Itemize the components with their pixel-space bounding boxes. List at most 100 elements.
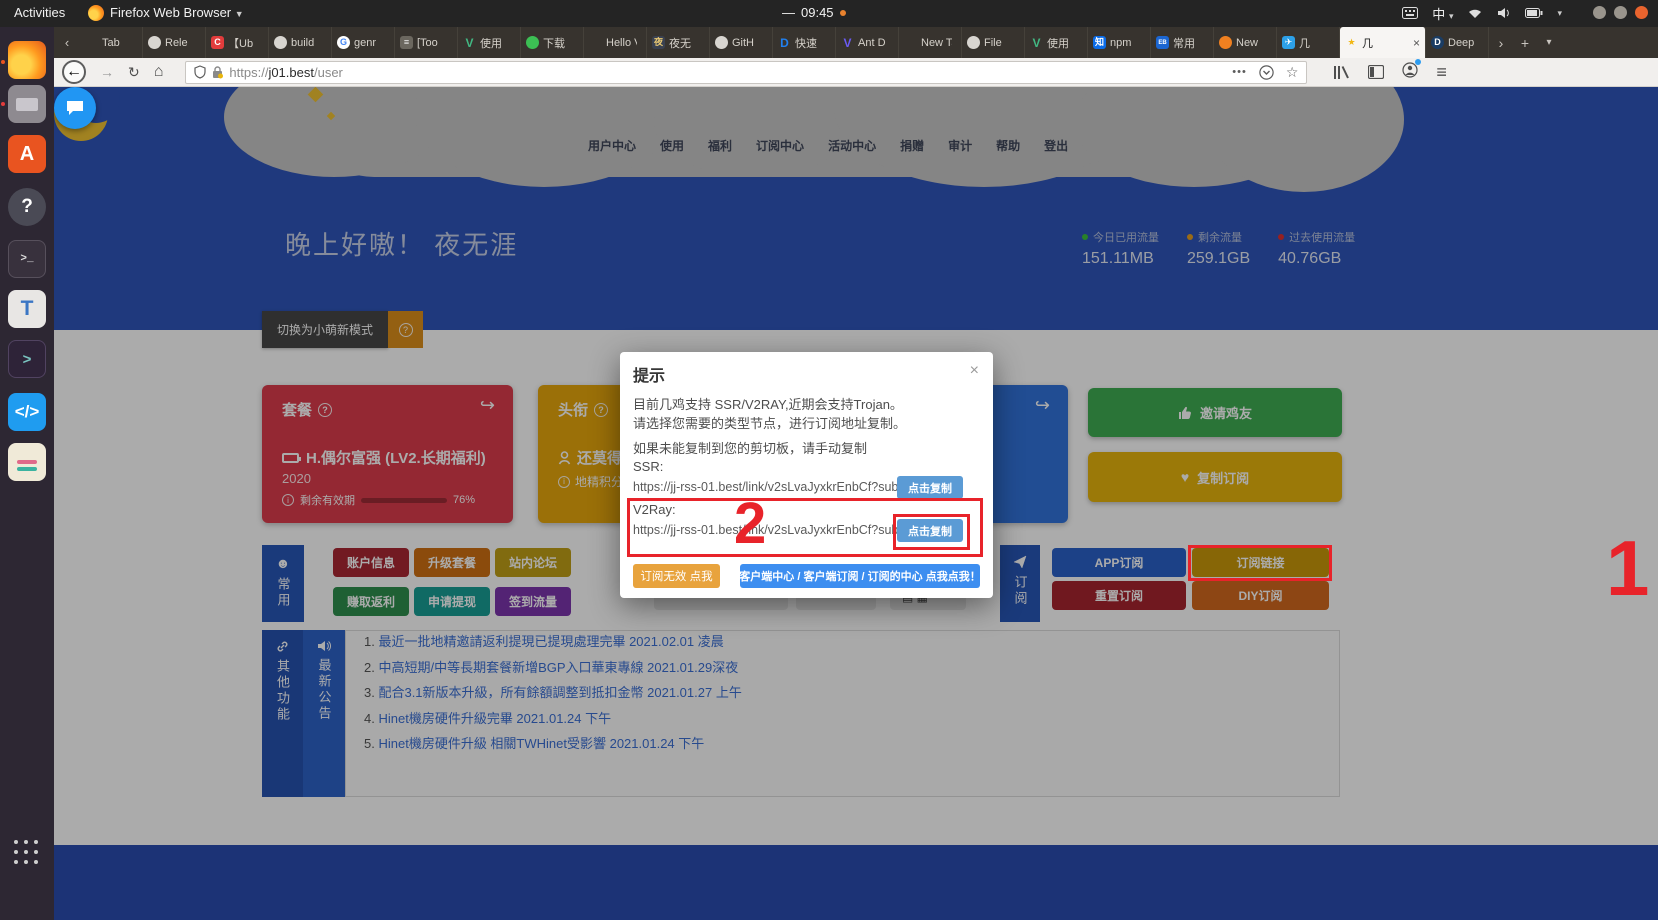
common-action-button[interactable]: 申请提现 — [414, 587, 490, 616]
terminal-dock-icon[interactable]: >_ — [8, 240, 46, 278]
browser-tab[interactable]: Hello Vu — [584, 27, 647, 58]
files-dock-icon[interactable] — [8, 85, 46, 123]
account-icon[interactable] — [1402, 62, 1418, 83]
menu-hamburger-icon[interactable]: ≡ — [1436, 62, 1447, 83]
browser-tab[interactable]: 夜 夜无 — [647, 27, 710, 58]
nav-item[interactable]: 帮助 — [996, 137, 1020, 154]
announcement-link[interactable]: Hinet機房硬件升級完畢 2021.01.24 下午 — [378, 711, 611, 726]
browser-tab[interactable]: Tab — [80, 27, 143, 58]
subscribe-action-button[interactable]: 订阅链接 — [1192, 548, 1329, 577]
maximize-button[interactable] — [1614, 6, 1627, 19]
pocket-icon[interactable] — [1259, 65, 1274, 80]
share-icon[interactable]: ↪ — [480, 395, 495, 416]
common-action-button[interactable]: 升级套餐 — [414, 548, 490, 577]
browser-tab[interactable]: 知 npm — [1088, 27, 1151, 58]
nav-item[interactable]: 福利 — [708, 137, 732, 154]
tab-overflow-button[interactable]: › — [1489, 27, 1513, 58]
notes-dock-icon[interactable] — [8, 443, 46, 481]
common-action-button[interactable]: 站内论坛 — [495, 548, 571, 577]
clock[interactable]: — 09:45 — [782, 5, 846, 20]
close-button[interactable] — [1635, 6, 1648, 19]
browser-tab[interactable]: Rele — [143, 27, 206, 58]
nav-item[interactable]: 订阅中心 — [756, 137, 804, 154]
app-title-menu[interactable]: Firefox Web Browser ▼ — [110, 5, 244, 20]
sidebar-icon[interactable] — [1368, 65, 1384, 79]
home-button[interactable]: ⌂ — [154, 63, 164, 81]
tab-close-icon[interactable]: × — [1413, 36, 1420, 50]
subscribe-action-button[interactable]: 重置订阅 — [1052, 581, 1186, 610]
subscription-invalid-button[interactable]: 订阅无效 点我 — [633, 564, 720, 588]
switch-mode-button[interactable]: 切换为小萌新模式 — [262, 311, 388, 348]
announcement-link[interactable]: Hinet機房硬件升級 相關TWHinet受影響 2021.01.24 下午 — [378, 736, 704, 751]
lock-warning-icon[interactable] — [212, 66, 223, 79]
page-actions-icon[interactable]: ••• — [1232, 66, 1247, 78]
nav-item[interactable]: 活动中心 — [828, 137, 876, 154]
nav-item[interactable]: 捐赠 — [900, 137, 924, 154]
library-icon[interactable] — [1333, 65, 1350, 80]
browser-tab[interactable]: ★ 几 × — [1340, 27, 1426, 58]
browser-tab[interactable]: C 【Ub — [206, 27, 269, 58]
browser-tab[interactable]: D Deep — [1426, 27, 1489, 58]
question-icon[interactable]: ? — [318, 403, 332, 417]
latest-news-tab[interactable]: 最新公告 — [303, 630, 345, 797]
other-functions-tab[interactable]: 其他功能 — [262, 630, 303, 797]
browser-tab[interactable]: V Ant D — [836, 27, 899, 58]
vscode-dock-icon[interactable]: </> — [8, 393, 46, 431]
common-action-button[interactable]: 账户信息 — [333, 548, 409, 577]
forward-button[interactable]: → — [100, 64, 114, 80]
announcement-link[interactable]: 配合3.1新版本升級，所有餘額調整到抵扣金幣 2021.01.27 上午 — [378, 685, 741, 700]
back-button[interactable]: ← — [62, 60, 86, 84]
nav-item[interactable]: 使用 — [660, 137, 684, 154]
dialog-close-icon[interactable]: × — [970, 362, 979, 380]
browser-tab[interactable]: ✈ 几 — [1277, 27, 1340, 58]
browser-tab[interactable]: D 快速 — [773, 27, 836, 58]
common-action-button[interactable]: 赚取返利 — [333, 587, 409, 616]
common-action-button[interactable]: 签到流量 — [495, 587, 571, 616]
texteditor-dock-icon[interactable]: T — [8, 290, 46, 328]
activities-button[interactable]: Activities — [14, 5, 65, 20]
firefox-dock-icon[interactable] — [8, 41, 46, 79]
terminator-dock-icon[interactable]: > — [8, 340, 46, 378]
subscribe-action-button[interactable]: APP订阅 — [1052, 548, 1186, 577]
help-dock-icon[interactable]: ? — [8, 188, 46, 226]
v2ray-copy-button[interactable]: 点击复制 — [897, 519, 963, 542]
shield-icon[interactable] — [194, 65, 206, 79]
new-tab-button[interactable]: + — [1513, 27, 1537, 58]
nav-item[interactable]: 审计 — [948, 137, 972, 154]
bookmark-star-icon[interactable]: ☆ — [1286, 64, 1299, 81]
subscribe-action-button[interactable]: DIY订阅 — [1192, 581, 1329, 610]
browser-tab[interactable]: File — [962, 27, 1025, 58]
nav-item[interactable]: 用户中心 — [588, 137, 636, 154]
browser-tab[interactable]: GitH — [710, 27, 773, 58]
reload-button[interactable]: ↻ — [128, 64, 140, 81]
software-dock-icon[interactable]: A — [8, 135, 46, 173]
switch-mode-help-button[interactable]: ? — [388, 311, 423, 348]
minimize-button[interactable] — [1593, 6, 1606, 19]
browser-tab[interactable]: G genr — [332, 27, 395, 58]
browser-tab[interactable]: ≡ [Too — [395, 27, 458, 58]
share-icon[interactable]: ↪ — [1035, 395, 1050, 416]
copy-subscription-button[interactable]: ♥ 复制订阅 — [1088, 452, 1342, 502]
system-tray[interactable]: 中 ▾ ▾ — [1402, 3, 1562, 23]
browser-tab[interactable]: build — [269, 27, 332, 58]
announcement-link[interactable]: 中高短期/中等長期套餐新增BGP入口華東專線 2021.01.29深夜 — [378, 660, 738, 675]
tab-list-dropdown[interactable]: ▾ — [1537, 27, 1561, 58]
browser-tab[interactable]: EB 常用 — [1151, 27, 1214, 58]
announcement-link[interactable]: 最近一批地精邀請返利提現已提現處理完畢 2021.02.01 凌晨 — [378, 634, 723, 649]
common-section-tab[interactable]: ☻ 常用 — [262, 545, 304, 622]
browser-tab[interactable]: New — [1214, 27, 1277, 58]
tab-scroll-left[interactable]: ‹ — [54, 27, 80, 58]
client-center-button[interactable]: 客户端中心 / 客户端订阅 / 订阅的中心 点我点我！ — [740, 564, 980, 588]
url-address-field[interactable]: https://j01.best/user ••• ☆ — [185, 61, 1307, 84]
nav-item[interactable]: 登出 — [1044, 137, 1068, 154]
show-applications-button[interactable] — [14, 840, 39, 865]
question-icon[interactable]: ? — [594, 403, 608, 417]
browser-tab[interactable]: V 使用 — [458, 27, 521, 58]
subscribe-section-tab[interactable]: 订阅 — [1000, 545, 1040, 622]
live-chat-button[interactable] — [54, 87, 96, 129]
browser-tab[interactable]: 下载 — [521, 27, 584, 58]
invite-friends-button[interactable]: 邀请鸡友 — [1088, 388, 1342, 437]
browser-tab[interactable]: New Tab — [899, 27, 962, 58]
ssr-copy-button[interactable]: 点击复制 — [897, 476, 963, 499]
browser-tab[interactable]: V 使用 — [1025, 27, 1088, 58]
